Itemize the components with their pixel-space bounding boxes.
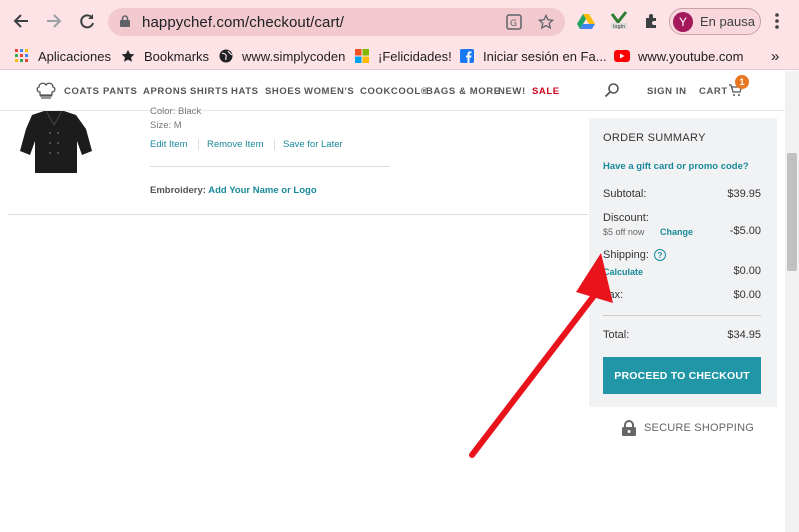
lock-icon [120, 15, 130, 27]
divider [8, 214, 588, 215]
product-image-chef-coat[interactable] [14, 111, 94, 173]
facebook-icon [459, 48, 475, 64]
tax-label: Tax: [603, 289, 624, 301]
globe-icon [218, 48, 234, 64]
forward-arrow-icon [47, 14, 62, 28]
bookmark-simplycoden[interactable]: www.simplycoden [218, 47, 345, 65]
bookmark-star-icon[interactable] [537, 13, 555, 31]
forward-button[interactable] [42, 9, 66, 33]
embroidery-label: Embroidery: [150, 185, 206, 196]
translate-icon[interactable]: G [505, 13, 523, 31]
avatar: Y [673, 11, 693, 32]
nav-shirts[interactable]: SHIRTS [190, 86, 228, 97]
total-label: Total: [603, 329, 630, 341]
bookmark-bookmarks[interactable]: Bookmarks [120, 47, 209, 65]
order-summary-title: ORDER SUMMARY [603, 132, 706, 144]
nav-sale[interactable]: SALE [532, 86, 560, 97]
profile-button[interactable]: Y En pausa [669, 8, 761, 35]
nav-bags-more[interactable]: BAGS & MORE [426, 86, 501, 97]
bookmark-label: ¡Felicidades! [378, 48, 452, 64]
nav-cookcool[interactable]: COOKCOOL® [360, 86, 428, 97]
microsoft-icon [354, 48, 370, 64]
nav-womens[interactable]: WOMEN'S [304, 86, 354, 97]
subtotal-value: $39.95 [727, 188, 761, 200]
extensions-puzzle-icon[interactable] [641, 11, 661, 31]
bookmark-label: Bookmarks [144, 48, 210, 64]
cart-count-badge: 1 [735, 75, 749, 89]
url-text: happychef.com/checkout/cart/ [142, 14, 345, 31]
bookmark-label: www.youtube.com [638, 48, 744, 64]
order-summary-panel: ORDER SUMMARY Have a gift card or promo … [589, 118, 777, 407]
item-color: Color: Black [150, 106, 202, 117]
bookmark-label: www.simplycoden [242, 48, 346, 64]
extension-login-icon[interactable]: login [609, 11, 629, 31]
shipping-label: Shipping: [603, 249, 649, 261]
nav-aprons[interactable]: APRONS [143, 86, 187, 97]
add-embroidery-link[interactable]: Add Your Name or Logo [208, 185, 316, 196]
bookmark-label: Aplicaciones [38, 48, 111, 64]
shipping-value: $0.00 [733, 265, 761, 277]
embroidery-row: Embroidery: Add Your Name or Logo [150, 185, 317, 196]
link-divider [274, 139, 275, 150]
bookmark-label: Iniciar sesión en Fa... [483, 48, 607, 64]
bookmarks-bar: Aplicaciones Bookmarks www.simplycoden ¡… [0, 42, 799, 70]
nav-shoes[interactable]: SHOES [265, 86, 301, 97]
bookmark-youtube[interactable]: www.youtube.com [614, 47, 744, 65]
total-value: $34.95 [727, 329, 761, 341]
reload-button[interactable] [75, 9, 99, 33]
back-arrow-icon [13, 14, 28, 28]
tax-value: $0.00 [733, 289, 761, 301]
shipping-help-icon[interactable]: ? [654, 249, 666, 261]
more-bookmarks-button[interactable]: » [771, 47, 779, 65]
nav-coats[interactable]: COATS [64, 86, 100, 97]
proceed-to-checkout-button[interactable]: PROCEED TO CHECKOUT [603, 357, 761, 394]
link-divider [198, 139, 199, 150]
subtotal-label: Subtotal: [603, 188, 647, 200]
divider [603, 315, 761, 316]
sign-in-link[interactable]: SIGN IN [647, 86, 687, 97]
bookmark-aplicaciones[interactable]: Aplicaciones [14, 47, 111, 65]
bookmark-facebook[interactable]: Iniciar sesión en Fa... [459, 47, 607, 65]
svg-text:G: G [510, 19, 517, 29]
youtube-icon [614, 48, 630, 64]
remove-item-link[interactable]: Remove Item [207, 139, 264, 150]
browser-toolbar: happychef.com/checkout/cart/ G login Y E… [0, 0, 799, 42]
nav-hats[interactable]: HATS [231, 86, 259, 97]
discount-note: $5 off now [603, 227, 645, 237]
discount-label: Discount: [603, 212, 649, 224]
page-scrollbar[interactable] [785, 71, 799, 532]
bookmark-felicidades[interactable]: ¡Felicidades! [354, 47, 452, 65]
address-bar[interactable]: happychef.com/checkout/cart/ G [108, 8, 565, 36]
save-for-later-link[interactable]: Save for Later [283, 139, 343, 150]
svg-text:login: login [613, 24, 625, 30]
profile-status: En pausa [700, 14, 755, 29]
site-header: COATS PANTS APRONS SHIRTS HATS SHOES WOM… [0, 71, 785, 111]
divider [150, 166, 390, 167]
scrollbar-thumb[interactable] [787, 153, 797, 271]
search-icon[interactable] [604, 82, 620, 98]
discount-change-link[interactable]: Change [660, 227, 693, 237]
secure-shopping: SECURE SHOPPING [622, 420, 754, 436]
nav-new[interactable]: NEW! [498, 86, 526, 97]
back-button[interactable] [9, 9, 33, 33]
browser-menu-icon[interactable] [767, 11, 787, 31]
chef-hat-logo-icon[interactable] [36, 80, 56, 102]
padlock-icon [622, 420, 636, 436]
item-size: Size: M [150, 120, 182, 131]
secure-shopping-label: SECURE SHOPPING [644, 422, 754, 434]
star-icon [120, 48, 136, 64]
apps-grid-icon [14, 48, 30, 64]
cart-link[interactable]: CART [699, 86, 728, 97]
nav-pants[interactable]: PANTS [103, 86, 138, 97]
google-drive-icon[interactable] [576, 11, 596, 31]
edit-item-link[interactable]: Edit Item [150, 139, 188, 150]
calculate-shipping-link[interactable]: Calculate [603, 267, 643, 277]
promo-code-link[interactable]: Have a gift card or promo code? [603, 161, 749, 172]
reload-icon [80, 14, 94, 29]
discount-value: -$5.00 [729, 225, 761, 237]
